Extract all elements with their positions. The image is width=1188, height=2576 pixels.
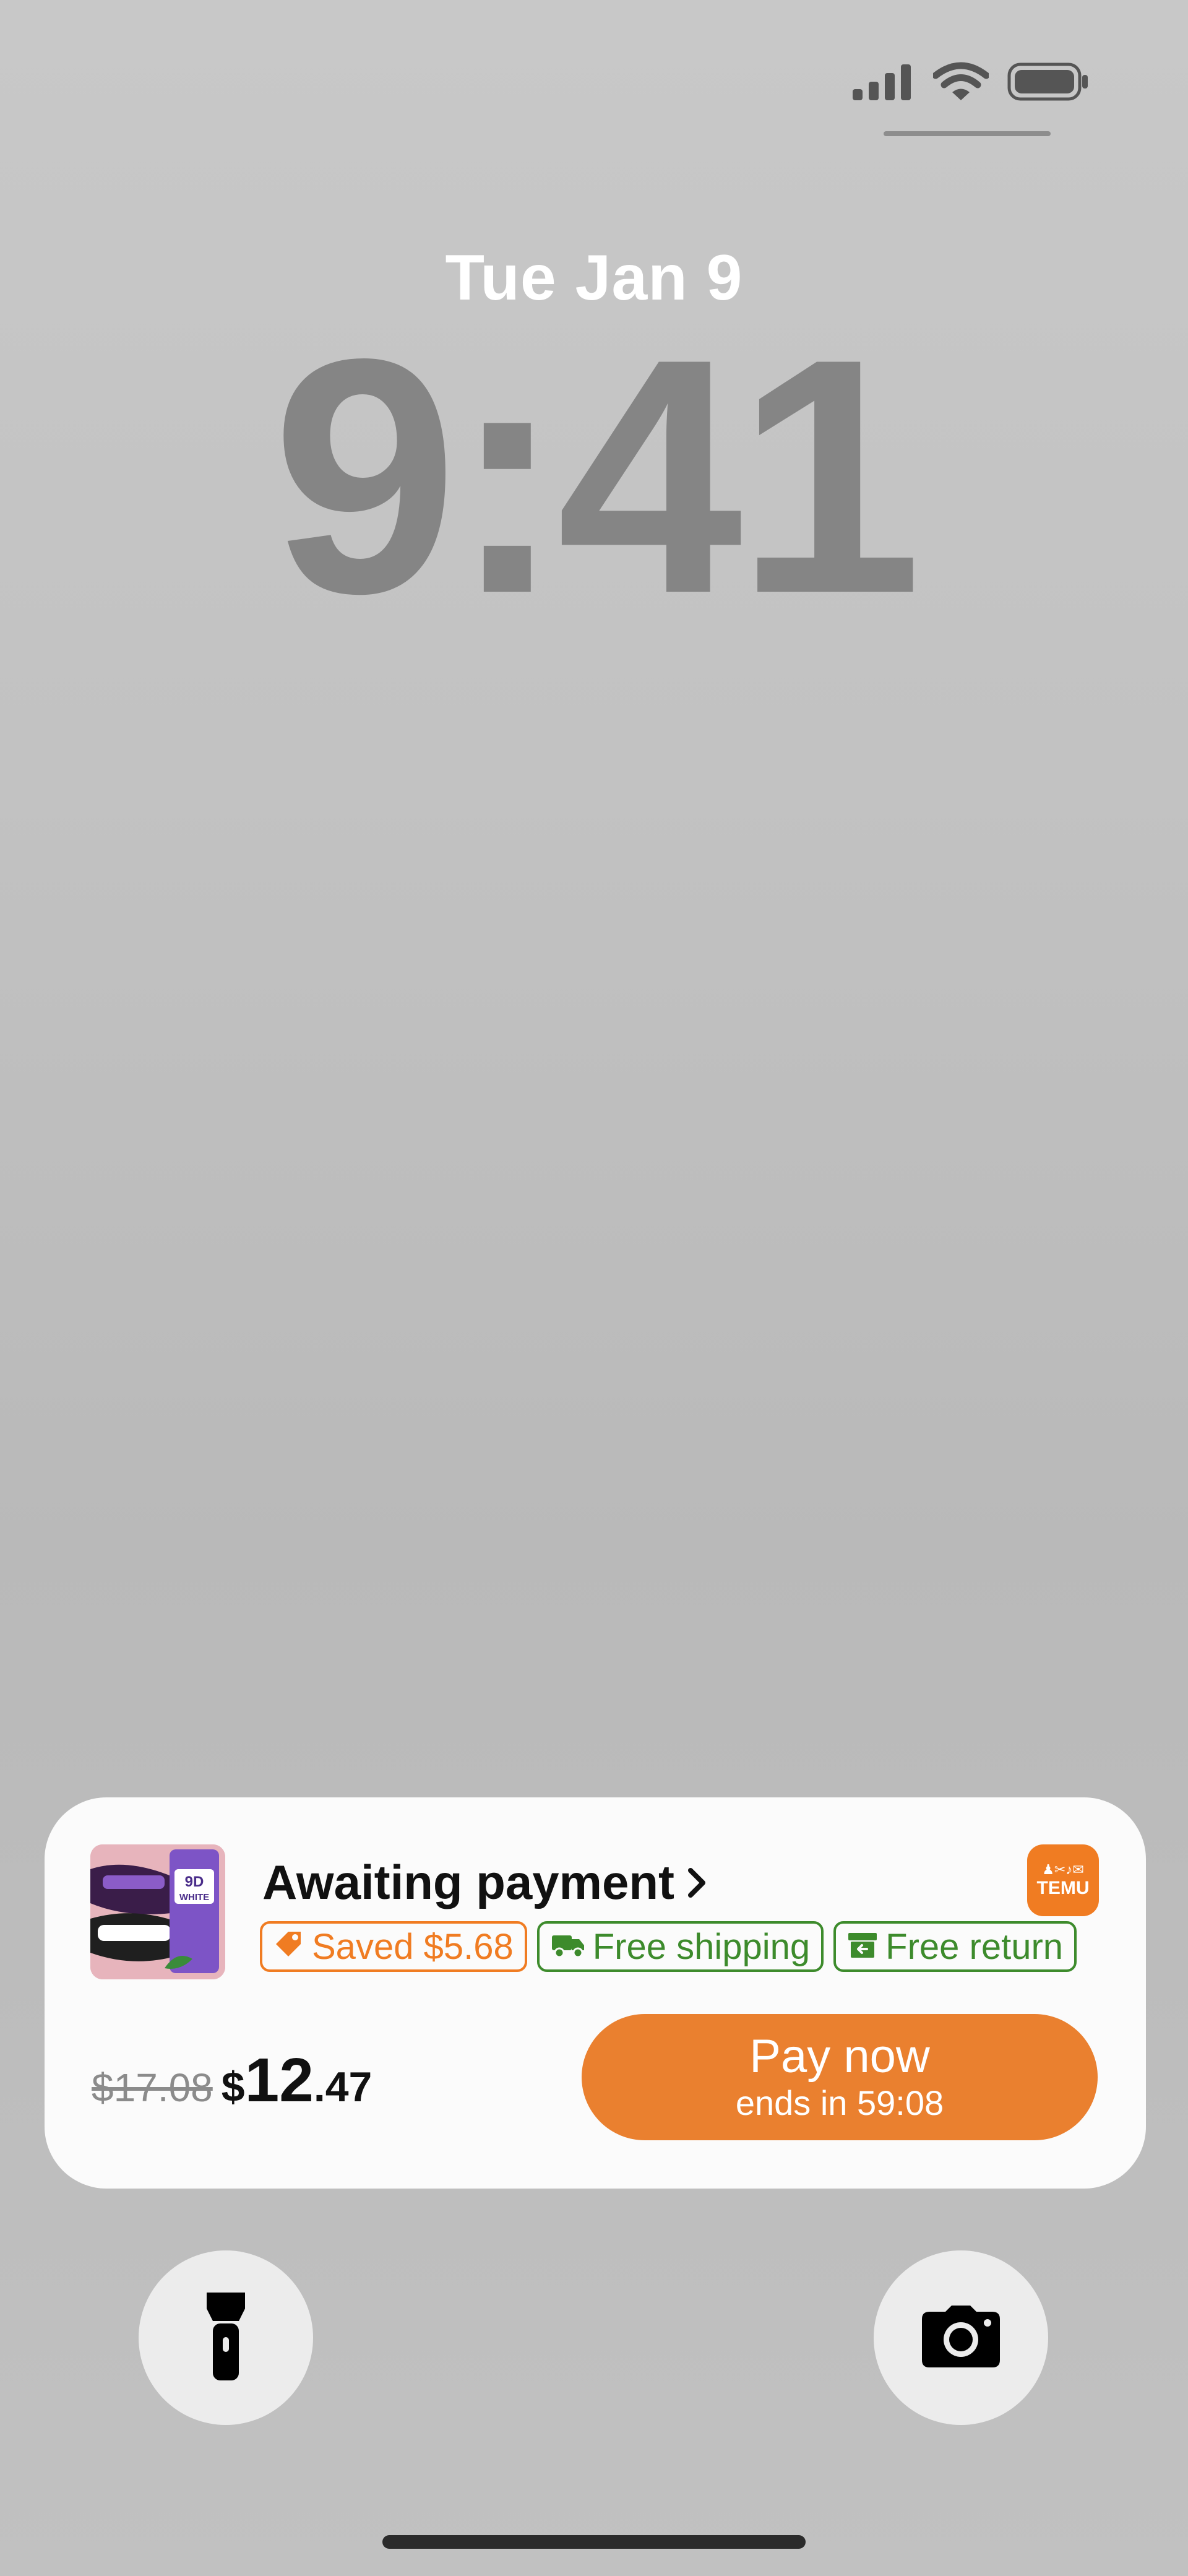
temu-notification-card[interactable]: 9D WHITE 2 Awaiting payment ♟✂♪✉ TEMU Sa… [45, 1797, 1146, 2189]
home-indicator[interactable] [382, 2535, 806, 2549]
return-box-icon [847, 1926, 878, 1968]
benefit-tags: Saved $5.68 Free shipping Free return [260, 1921, 1077, 1972]
price-row: $17.08 $ 12 .47 [92, 2045, 372, 2116]
svg-text:WHITE: WHITE [179, 1892, 209, 1903]
svg-text:9D: 9D [185, 1874, 204, 1890]
flashlight-icon [204, 2290, 248, 2386]
temu-app-icon: ♟✂♪✉ TEMU [1027, 1844, 1099, 1916]
cellular-signal-icon [853, 63, 915, 103]
price-currency: $ [221, 2064, 245, 2111]
chevron-right-icon [686, 1854, 708, 1911]
tag-saved: Saved $5.68 [260, 1921, 527, 1972]
pay-now-button[interactable]: Pay now ends in 59:08 [582, 2014, 1098, 2140]
tag-saved-label: Saved $5.68 [312, 1926, 514, 1967]
temu-logo-glyphs: ♟✂♪✉ [1042, 1862, 1084, 1877]
pay-now-label: Pay now [749, 2029, 930, 2083]
battery-icon [1007, 63, 1089, 104]
price-tag-icon [273, 1926, 304, 1968]
camera-button[interactable] [874, 2250, 1048, 2425]
price-decimal: .47 [313, 2064, 372, 2111]
tag-free-shipping: Free shipping [536, 1921, 824, 1972]
status-bar [853, 62, 1089, 105]
notification-title[interactable]: Awaiting payment [262, 1854, 708, 1911]
truck-icon [551, 1926, 585, 1968]
product-thumbnail: 9D WHITE 2 [90, 1844, 225, 1979]
price-integer: 12 [244, 2046, 314, 2115]
temu-app-label: TEMU [1036, 1878, 1090, 1898]
tag-free-return: Free return [833, 1921, 1077, 1972]
pay-now-countdown: ends in 59:08 [735, 2083, 944, 2123]
notification-title-text: Awaiting payment [262, 1855, 675, 1909]
wifi-icon [932, 62, 990, 105]
camera-icon [921, 2304, 1001, 2372]
lockscreen-clock: 9:41 [272, 290, 923, 663]
tag-free-return-label: Free return [885, 1926, 1064, 1967]
status-underline [884, 131, 1051, 136]
flashlight-button[interactable] [139, 2250, 313, 2425]
original-price: $17.08 [92, 2065, 213, 2110]
discounted-price: $ 12 .47 [222, 2045, 372, 2116]
tag-free-shipping-label: Free shipping [592, 1926, 811, 1967]
